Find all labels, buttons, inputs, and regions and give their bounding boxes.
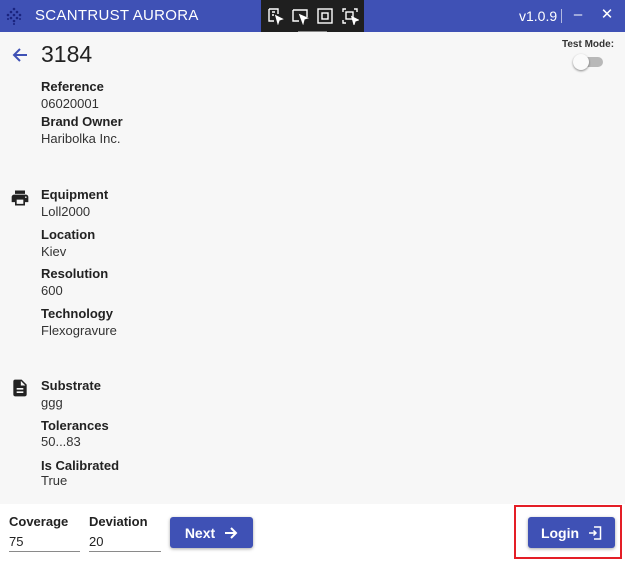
- tolerances-label: Tolerances: [41, 418, 109, 433]
- location-value: Kiev: [41, 244, 67, 259]
- is-calibrated-label: Is Calibrated: [41, 458, 120, 473]
- toggle-thumb: [573, 54, 589, 70]
- fullscreen-snip-icon[interactable]: [316, 7, 334, 25]
- equipment-value: Loll2000: [41, 204, 91, 219]
- coverage-label: Coverage: [9, 514, 69, 529]
- deviation-input[interactable]: [89, 532, 161, 552]
- window-snip-icon[interactable]: [291, 7, 309, 25]
- deviation-label: Deviation: [89, 514, 148, 529]
- resolution-label: Resolution: [41, 266, 109, 281]
- minimize-button[interactable]: –: [568, 4, 588, 26]
- reference-value: 06020001: [41, 96, 99, 111]
- arrow-right-icon: [225, 526, 238, 539]
- brand-owner-value: Haribolka Inc.: [41, 131, 121, 146]
- next-button[interactable]: Next: [170, 517, 253, 548]
- technology-label: Technology: [41, 306, 113, 321]
- freeform-snip-icon[interactable]: [266, 7, 284, 25]
- titlebar-separator: [561, 9, 562, 23]
- login-button[interactable]: Login: [528, 517, 615, 548]
- location-label: Location: [41, 227, 96, 242]
- scantrust-logo-icon: [6, 7, 22, 25]
- document-icon: [13, 379, 27, 397]
- technology-value: Flexogravure: [41, 323, 117, 338]
- next-button-label: Next: [184, 524, 216, 541]
- test-mode-toggle[interactable]: [573, 54, 603, 70]
- login-button-label: Login: [540, 524, 580, 541]
- coverage-input[interactable]: [9, 532, 80, 552]
- arrow-left-icon[interactable]: [10, 45, 30, 65]
- resolution-value: 600: [41, 283, 63, 298]
- reference-label: Reference: [41, 79, 104, 94]
- close-button[interactable]: ✕: [597, 4, 617, 26]
- brand-owner-label: Brand Owner: [41, 114, 123, 129]
- is-calibrated-value: True: [41, 473, 68, 488]
- login-icon: [589, 525, 602, 540]
- tolerances-value: 50...83: [41, 434, 81, 449]
- bottom-bar: Coverage Deviation Next Login: [0, 504, 625, 561]
- substrate-label: Substrate: [41, 378, 101, 393]
- rectangle-snip-icon[interactable]: [341, 7, 359, 25]
- main-content: 3184 Test Mode: Reference 06020001 Brand…: [0, 32, 625, 504]
- page-title: 3184: [41, 41, 93, 67]
- version-label: v1.0.9: [519, 8, 558, 24]
- test-mode-label: Test Mode:: [562, 39, 615, 50]
- substrate-value: ggg: [41, 395, 63, 410]
- equipment-label: Equipment: [41, 187, 109, 202]
- app-title: SCANTRUST AURORA: [35, 7, 199, 24]
- printer-icon: [11, 190, 29, 206]
